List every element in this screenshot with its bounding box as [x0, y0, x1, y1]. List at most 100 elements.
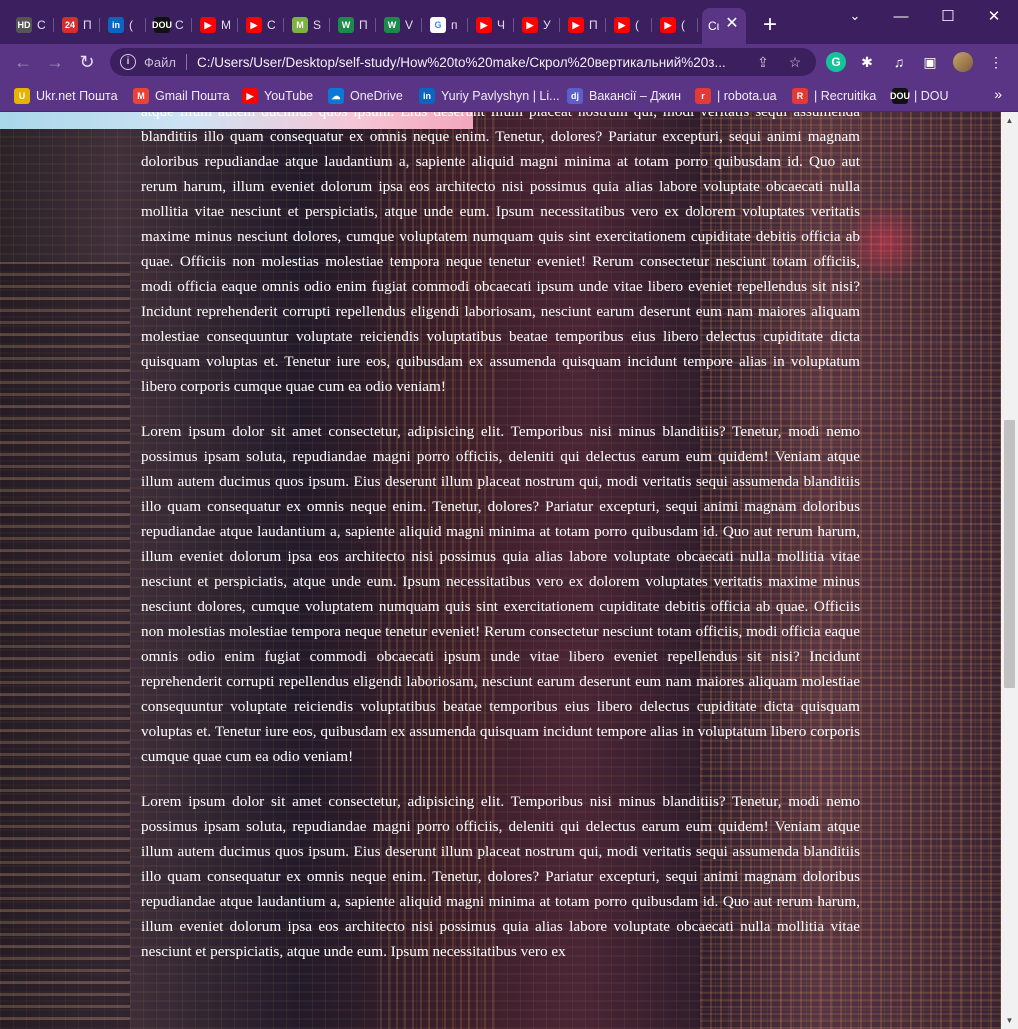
tab-favicon-icon: 24 — [62, 17, 78, 33]
tab-favicon-icon: ▶ — [522, 17, 538, 33]
share-icon[interactable]: ⇪ — [755, 54, 771, 70]
address-bar[interactable]: i Файл C:/Users/User/Desktop/self-study/… — [110, 48, 816, 76]
tab[interactable]: ▶ C — [238, 10, 284, 40]
article-paragraph: Lorem ipsum dolor sit amet consectetur, … — [141, 423, 860, 765]
tab[interactable]: in ( — [100, 10, 146, 40]
tab[interactable]: WП — [330, 10, 376, 40]
bookmark-label: Ukr.net Пошта — [36, 89, 118, 103]
close-window-button[interactable]: ✕ — [971, 0, 1017, 32]
profile-avatar[interactable] — [953, 52, 973, 72]
tab-search-icon[interactable]: ⌄ — [832, 0, 878, 32]
bookmark-favicon-icon: in — [419, 88, 435, 104]
tab[interactable]: ▶( — [606, 10, 652, 40]
tab-favicon-icon: G — [430, 17, 446, 33]
back-button[interactable]: ← — [11, 50, 35, 74]
bookmark-label: YouTube — [264, 89, 314, 103]
scroll-down-arrow-icon[interactable]: ▼ — [1001, 1012, 1018, 1029]
tab-favicon-icon: DOU — [152, 17, 172, 33]
article-paragraph: Lorem ipsum dolor sit amet consectetur, … — [141, 793, 860, 960]
bookmark-item[interactable]: ☁ OneDrive — [328, 86, 403, 106]
bookmark-label: OneDrive — [350, 89, 403, 103]
tab-label: ( — [635, 18, 639, 32]
tab[interactable]: HD C — [8, 10, 54, 40]
star-icon[interactable]: ☆ — [787, 54, 803, 70]
bookmark-label: | Recruitika — [814, 89, 877, 103]
bookmark-label: Yuriy Pavlyshyn | Li... — [441, 89, 560, 103]
bookmark-favicon-icon: r — [695, 88, 711, 104]
omnibox-divider — [185, 54, 187, 70]
tab-label: Cι — [708, 19, 720, 33]
bookmark-favicon-icon: R — [792, 88, 808, 104]
building-left-decoration — [0, 262, 130, 1029]
scheme-label: Файл — [144, 54, 176, 70]
forward-button[interactable]: → — [43, 50, 67, 74]
bookmark-item[interactable]: M Gmail Пошта — [133, 86, 230, 106]
reload-button[interactable]: ↻ — [75, 50, 99, 74]
bookmark-favicon-icon: ▶ — [242, 88, 258, 104]
tab-label: ( — [681, 18, 685, 32]
tab-favicon-icon: ▶ — [660, 17, 676, 33]
site-info-icon[interactable]: i — [120, 54, 136, 70]
bookmark-item[interactable]: r | robota.ua — [695, 86, 777, 106]
tab-strip: HD C 24 Пin(DOU C ▶ M ▶ C M S W П W V Gп ▶ Ч ▶ У ▶ П ▶(▶( Cι ✕… — [0, 0, 1018, 44]
tab-label: ( — [129, 18, 133, 32]
bookmark-favicon-icon: U — [14, 88, 30, 104]
page-viewport: atque illum autem ducimus quos ipsum. Ei… — [0, 112, 1001, 1029]
scroll-thumb[interactable] — [1004, 420, 1015, 688]
tab-label: п — [451, 18, 458, 32]
tab-label: C — [37, 18, 46, 32]
tab[interactable]: DOU C — [146, 10, 192, 40]
tab[interactable]: ▶ П — [560, 10, 606, 40]
scroll-up-arrow-icon[interactable]: ▲ — [1001, 112, 1018, 129]
tab-label: П — [589, 18, 598, 32]
close-tab-icon[interactable]: ✕ — [724, 16, 740, 32]
tab-favicon-icon: M — [292, 17, 308, 33]
bookmark-item[interactable]: in Yuriy Pavlyshyn | Li... — [419, 86, 560, 106]
menu-kebab-icon[interactable]: ⋮ — [986, 52, 1006, 72]
tab-label: П — [83, 18, 92, 32]
bookmark-label: Gmail Пошта — [155, 89, 230, 103]
tab[interactable]: ▶ Ч — [468, 10, 514, 40]
bookmark-label: | DOU — [914, 89, 949, 103]
bookmark-favicon-icon: M — [133, 88, 149, 104]
tab[interactable]: 24 П — [54, 10, 100, 40]
tab-label: Ч — [497, 18, 505, 32]
bookmark-item[interactable]: dj Вакансії – Джин — [567, 86, 681, 106]
minimize-button[interactable]: — — [878, 0, 924, 32]
tab-label: C — [267, 18, 276, 32]
tab-label: У — [543, 18, 551, 32]
tab-label: C — [175, 18, 184, 32]
bookmark-favicon-icon: DOU — [890, 88, 910, 104]
side-panel-icon[interactable]: ▣ — [920, 52, 940, 72]
tab-favicon-icon: W — [384, 17, 400, 33]
media-control-icon[interactable]: ♫ — [889, 52, 909, 72]
tab-favicon-icon: ▶ — [614, 17, 630, 33]
bookmark-item[interactable]: DOU | DOU — [890, 86, 949, 106]
tab-label: V — [405, 18, 414, 32]
vertical-scrollbar[interactable]: ▲ ▼ — [1001, 112, 1018, 1029]
extensions-icon[interactable]: ✱ — [857, 52, 877, 72]
bookmark-item[interactable]: R | Recruitika — [792, 86, 876, 106]
tab[interactable]: ▶ M — [192, 10, 238, 40]
bookmark-item[interactable]: ▶ YouTube — [242, 86, 313, 106]
tab-favicon-icon: ▶ — [246, 17, 262, 33]
bookmark-label: | robota.ua — [717, 89, 777, 103]
tab-favicon-icon: ▶ — [200, 17, 216, 33]
new-tab-button[interactable]: + — [760, 12, 780, 38]
more-bookmarks-icon[interactable]: » — [994, 86, 1002, 102]
bookmark-favicon-icon: dj — [567, 88, 583, 104]
tab[interactable]: ▶ У — [514, 10, 560, 40]
tab[interactable]: MS — [284, 10, 330, 40]
url-text[interactable]: C:/Users/User/Desktop/self-study/How%20t… — [197, 55, 747, 70]
tab[interactable]: ▶( — [652, 10, 698, 40]
tab-favicon-icon: in — [108, 17, 124, 33]
tab[interactable]: Gп — [422, 10, 468, 40]
tab-favicon-icon: HD — [16, 17, 32, 33]
maximize-button[interactable]: ☐ — [925, 0, 971, 32]
grammarly-extension-icon[interactable]: G — [826, 52, 846, 72]
tab-favicon-icon: ▶ — [568, 17, 584, 33]
article-body: atque illum autem ducimus quos ipsum. Ei… — [141, 112, 860, 984]
tab[interactable]: WV — [376, 10, 422, 40]
tab-favicon-icon: ▶ — [476, 17, 492, 33]
bookmark-item[interactable]: U Ukr.net Пошта — [14, 86, 118, 106]
